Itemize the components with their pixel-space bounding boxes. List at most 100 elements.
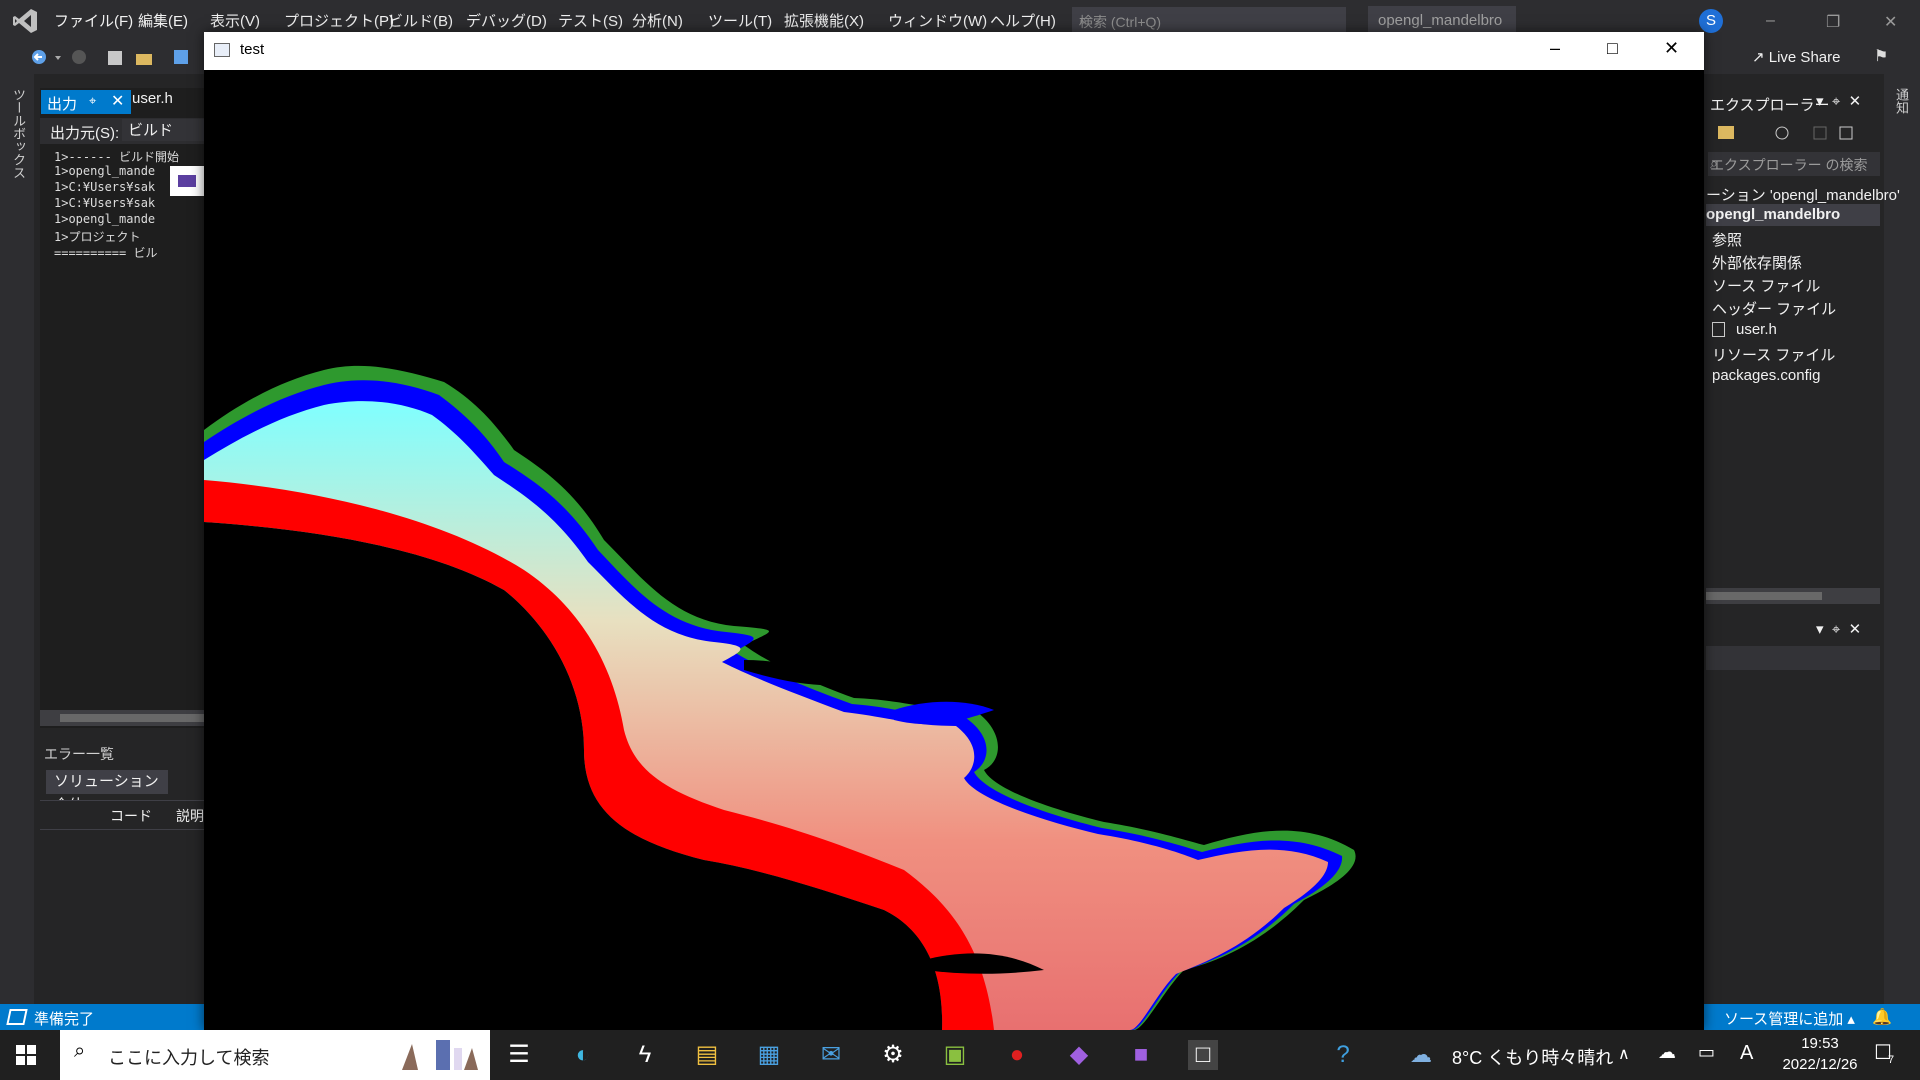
dropdown-icon (55, 56, 61, 60)
output-source-label: 出力元(S): (50, 125, 120, 142)
search-input[interactable]: 検索 (Ctrl+Q) ⌕ (1072, 7, 1346, 35)
notifications-tab[interactable]: 通知 (1893, 88, 1911, 114)
visual-studio-logo-icon[interactable] (12, 8, 38, 34)
solution-explorer-toolbar[interactable] (1706, 120, 1880, 146)
clock-date[interactable]: 2022/12/26 (1780, 1056, 1860, 1073)
avatar[interactable]: S (1699, 9, 1723, 33)
tree-header-files[interactable]: ヘッダー ファイル (1712, 298, 1836, 319)
security-app-icon[interactable]: ● (1002, 1040, 1032, 1070)
menu-view[interactable]: 表示(V) (210, 10, 260, 31)
search-icon: ⌕ (1710, 155, 1718, 171)
tray-expand-icon[interactable]: ∧ (1618, 1044, 1630, 1064)
vs-close-icon[interactable]: ✕ (1884, 12, 1897, 32)
menu-analyze[interactable]: 分析(N) (632, 10, 683, 31)
error-scope-select[interactable]: ソリューション全体 (46, 770, 168, 814)
source-control-label: ソース管理に追加 (1724, 1011, 1844, 1028)
notification-bell-icon[interactable]: 🔔 (1872, 1007, 1892, 1027)
console-icon[interactable]: ■ (1126, 1040, 1156, 1070)
properties-panel-controls[interactable]: ▾ ⌖ ✕ (1816, 620, 1861, 638)
output-scrollbar-thumb[interactable] (60, 714, 206, 722)
store-icon[interactable]: ▦ (754, 1040, 784, 1070)
maximize-icon[interactable]: □ (1607, 38, 1618, 59)
tree-user-h[interactable]: user.h (1736, 321, 1777, 338)
solution-explorer-search[interactable]: エクスプローラー の検索 ⌕ (1708, 152, 1880, 176)
tree-external-deps[interactable]: 外部依存関係 (1712, 252, 1802, 273)
mail-icon[interactable]: ✉ (816, 1040, 846, 1070)
right-tool-strip (1884, 74, 1920, 1004)
menu-window[interactable]: ウィンドウ(W) (888, 10, 987, 31)
sync-icon (1813, 126, 1827, 140)
test-window-taskbar-icon[interactable]: □ (1188, 1040, 1218, 1070)
explorer-scrollbar-thumb[interactable] (1706, 592, 1822, 600)
tree-source-files[interactable]: ソース ファイル (1712, 275, 1820, 296)
tab-user-h[interactable]: user.h (132, 90, 173, 107)
visual-studio-icon[interactable]: ◆ (1064, 1040, 1094, 1070)
forward-icon (72, 50, 86, 64)
menu-tools[interactable]: ツール(T) (708, 10, 772, 31)
panel-controls[interactable]: ▾ ⌖ ✕ (1816, 92, 1861, 110)
status-icon (6, 1009, 28, 1025)
error-column-code[interactable]: コード (110, 806, 152, 826)
bolt-app-icon[interactable]: ϟ (630, 1040, 660, 1070)
task-view-icon[interactable]: ☰ (504, 1040, 534, 1070)
home-icon (1718, 126, 1734, 139)
output-line: 1>opengl_mande (54, 212, 156, 226)
tab-output[interactable]: 出力 ⌖ ✕ (41, 90, 131, 114)
battery-icon[interactable]: ▭ (1698, 1042, 1715, 1063)
help-icon[interactable]: ? (1328, 1040, 1358, 1070)
tree-references[interactable]: 参照 (1712, 229, 1742, 250)
tab-output-label: 出力 (47, 96, 78, 113)
close-icon[interactable]: ✕ (1664, 38, 1679, 59)
error-list-title: エラー一覧 (44, 746, 114, 762)
file-explorer-icon[interactable]: ▤ (692, 1040, 722, 1070)
close-icon[interactable]: ✕ (111, 91, 124, 111)
minimize-icon[interactable]: – (1550, 38, 1560, 59)
window-app-icon (214, 43, 230, 57)
collapse-icon (1839, 126, 1853, 140)
menu-build[interactable]: ビルド(B) (388, 10, 453, 31)
feedback-icon[interactable]: ⚑ (1874, 46, 1888, 66)
weather-icon: ☁ (1410, 1042, 1432, 1067)
menu-edit[interactable]: 編集(E) (138, 10, 188, 31)
weather-widget[interactable]: 8°C くもり時々晴れ (1452, 1044, 1613, 1070)
menu-debug[interactable]: デバッグ(D) (466, 10, 547, 31)
output-line: 1>プロジェクト (54, 230, 141, 244)
taskbar-search-placeholder: ここに入力して検索 (108, 1048, 270, 1068)
toolbox-tab[interactable]: ツールボックス (10, 88, 28, 179)
add-to-source-control[interactable]: ソース管理に追加 ▴ (1724, 1008, 1855, 1029)
properties-object-select[interactable] (1706, 646, 1880, 670)
solution-title-text: opengl_mandelbro (1378, 12, 1503, 29)
error-column-description[interactable]: 説明 (176, 806, 204, 826)
edge-icon[interactable]: ◐ (568, 1040, 598, 1070)
output-line: 1>------ ビルド開始 (54, 150, 180, 164)
test-window-titlebar[interactable] (204, 32, 1704, 70)
left-tool-strip (0, 74, 34, 1004)
file-icon (1712, 322, 1725, 337)
output-line: ========== ビル (54, 246, 158, 260)
tree-project[interactable]: opengl_mandelbro (1706, 206, 1840, 223)
clock-time[interactable]: 19:53 (1780, 1035, 1860, 1052)
live-share-button[interactable]: ↗ Live Share (1752, 48, 1840, 66)
vs-minimize-icon[interactable]: – (1766, 12, 1775, 30)
menu-project[interactable]: プロジェクト(P) (284, 10, 394, 31)
tree-resource-files[interactable]: リソース ファイル (1712, 344, 1835, 365)
vs-restore-icon[interactable]: ❐ (1826, 12, 1840, 32)
settings-gear-icon[interactable]: ⚙ (878, 1040, 908, 1070)
menu-test[interactable]: テスト(S) (558, 10, 623, 31)
pin-icon[interactable]: ⌖ (89, 93, 96, 109)
output-line: 1>C:¥Users¥sak (54, 196, 156, 210)
chat-app-icon[interactable]: ▣ (940, 1040, 970, 1070)
output-source-select[interactable]: ビルド (122, 119, 206, 141)
tree-packages-config[interactable]: packages.config (1712, 367, 1820, 384)
status-ready: 準備完了 (34, 1011, 95, 1028)
mandelbrot-render (204, 365, 1356, 1030)
menu-help[interactable]: ヘルプ(H) (990, 10, 1056, 31)
menu-extensions[interactable]: 拡張機能(X) (784, 10, 864, 31)
menu-file[interactable]: ファイル(F) (54, 10, 133, 31)
start-button[interactable] (16, 1045, 36, 1065)
ime-indicator[interactable]: A (1740, 1042, 1753, 1065)
tree-solution[interactable]: ーション 'opengl_mandelbro' (1706, 184, 1900, 205)
onedrive-icon[interactable]: ☁ (1658, 1042, 1676, 1063)
toolbar-icons (32, 50, 188, 65)
open-folder-icon (136, 54, 152, 65)
